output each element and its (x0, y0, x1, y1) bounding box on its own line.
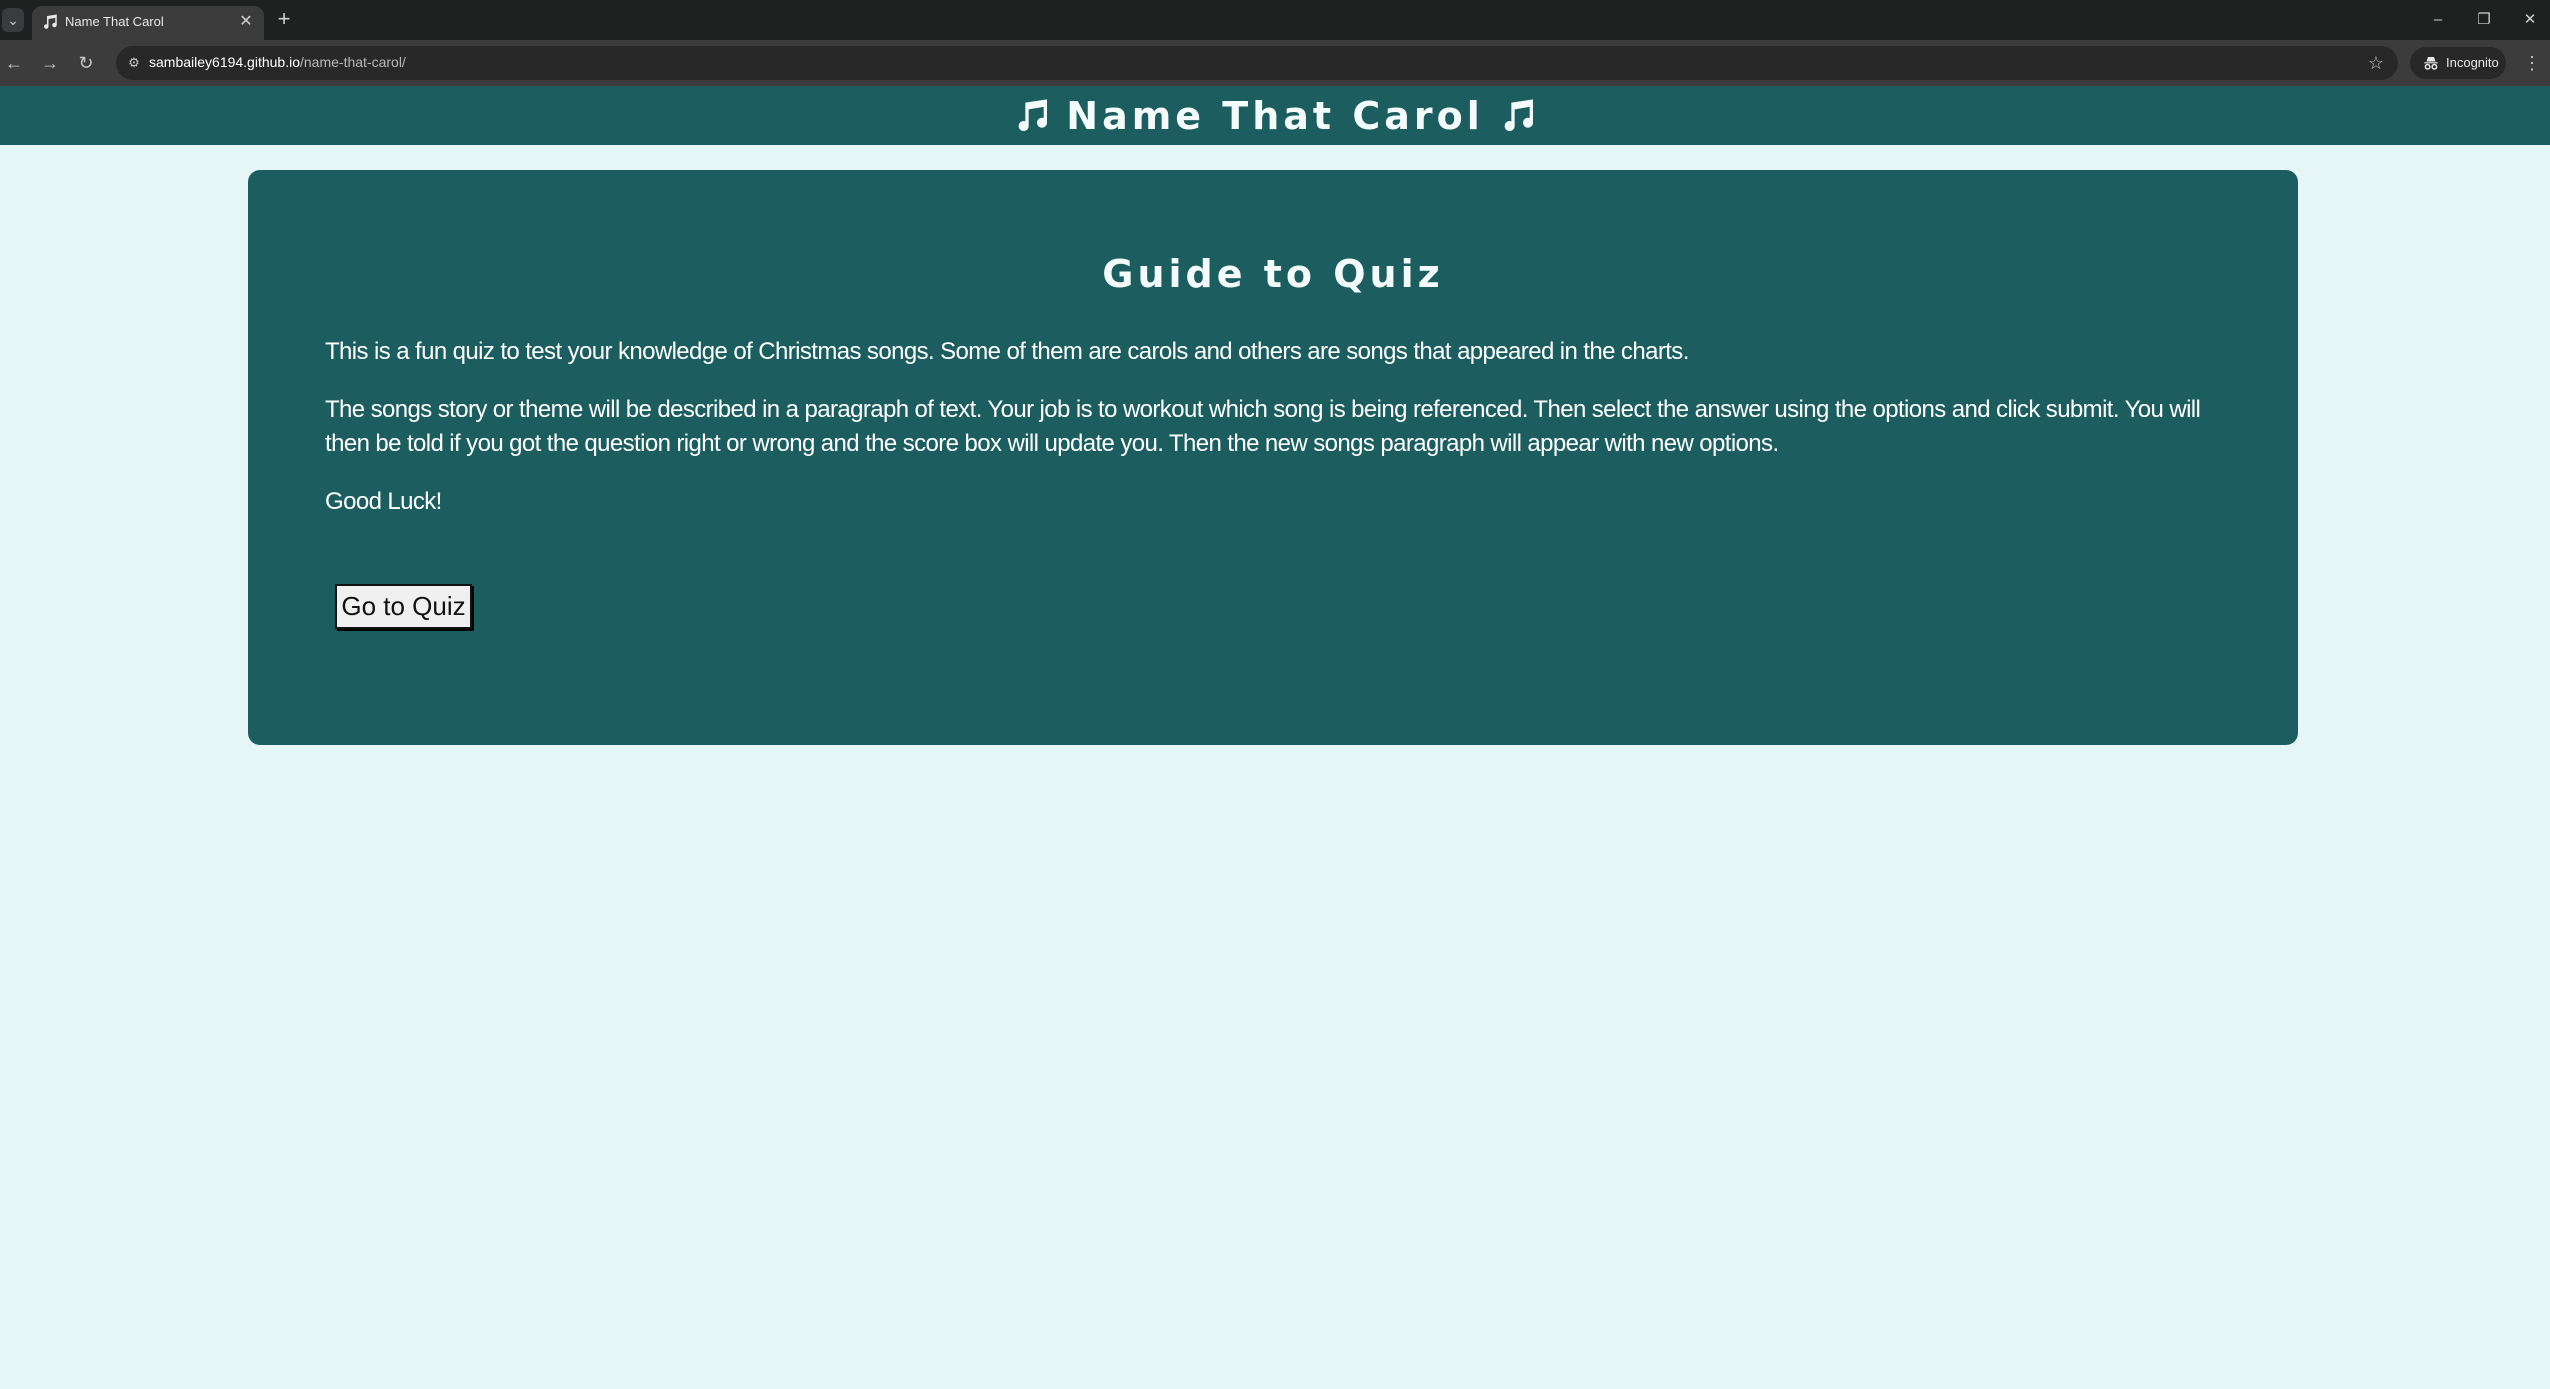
site-header: Name That Carol (0, 86, 2550, 145)
site-info-icon[interactable]: ⚙ (124, 53, 144, 73)
guide-heading: Guide to Quiz (1102, 252, 1444, 296)
tab-close-icon[interactable]: ✕ (236, 12, 256, 32)
music-note-icon (1018, 98, 1048, 131)
site-title-text: Name That Carol (1066, 93, 1484, 138)
go-to-quiz-button[interactable]: Go to Quiz (335, 584, 472, 629)
incognito-indicator[interactable]: Incognito (2410, 47, 2506, 79)
address-bar[interactable]: ⚙ sambailey6194.github.io/name-that-caro… (116, 46, 2398, 80)
new-tab-button[interactable]: + (272, 8, 296, 32)
guide-instructions-paragraph: The songs story or theme will be describ… (325, 396, 2201, 457)
minimize-icon[interactable]: – (2418, 6, 2458, 34)
close-window-icon[interactable]: ✕ (2510, 6, 2550, 34)
url-host: sambailey6194.github.io (149, 54, 300, 70)
browser-tab[interactable]: Name That Carol ✕ (32, 6, 264, 40)
music-note-favicon-icon (44, 14, 57, 29)
browser-tabstrip: ⌄ Name That Carol ✕ + – ❐ ✕ (0, 0, 2550, 40)
forward-arrow-icon[interactable]: → (36, 49, 64, 77)
guide-card: Guide to Quiz This is a fun quiz to test… (248, 170, 2298, 745)
tab-title: Name That Carol (65, 14, 164, 29)
url-text[interactable]: sambailey6194.github.io/name-that-carol/ (149, 54, 406, 70)
reload-icon[interactable]: ↻ (72, 49, 100, 77)
restore-icon[interactable]: ❐ (2464, 6, 2504, 34)
bookmark-star-icon[interactable]: ☆ (2364, 51, 2388, 75)
back-arrow-icon[interactable]: ← (0, 49, 28, 77)
incognito-label: Incognito (2446, 55, 2499, 70)
incognito-icon (2424, 57, 2438, 70)
browser-menu-icon[interactable]: ⋮ (2520, 49, 2544, 77)
guide-good-luck: Good Luck! (325, 488, 442, 515)
tab-search-button[interactable]: ⌄ (2, 8, 24, 32)
browser-toolbar: ← → ↻ ⚙ sambailey6194.github.io/name-tha… (0, 40, 2550, 86)
guide-intro-paragraph: This is a fun quiz to test your knowledg… (325, 338, 1689, 365)
url-path: /name-that-carol/ (300, 54, 406, 70)
music-note-icon (1504, 98, 1533, 131)
site-title: Name That Carol (0, 86, 2550, 145)
